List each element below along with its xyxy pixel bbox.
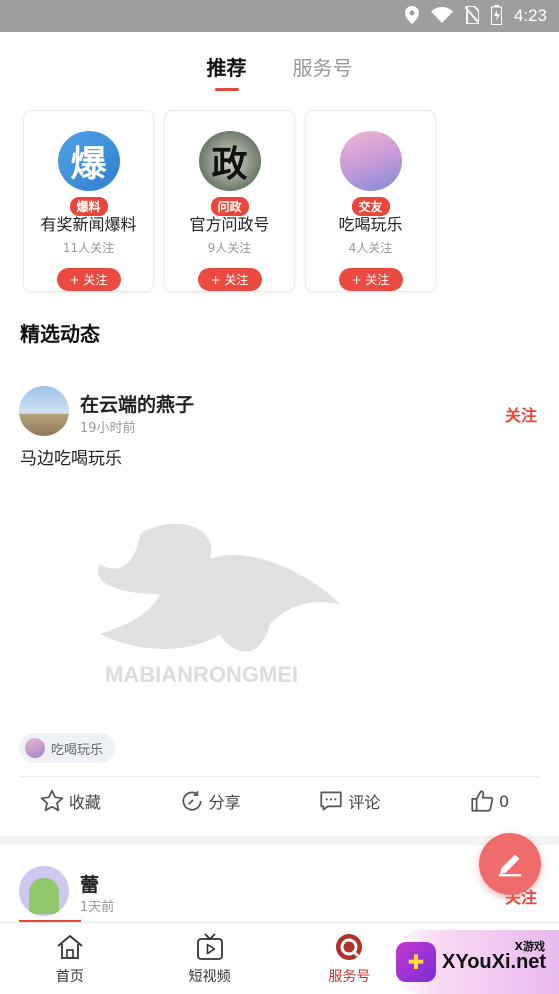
share-button[interactable]: 分享 xyxy=(140,784,280,818)
nav-short-video[interactable]: 短视频 xyxy=(140,923,280,994)
section-title: 精选动态 xyxy=(20,322,100,346)
brand-small-text: X游戏 xyxy=(514,940,545,953)
follow-button[interactable]: + 关注 xyxy=(338,267,403,291)
avatar[interactable] xyxy=(19,866,69,916)
comment-icon xyxy=(320,791,342,811)
account-badge: 爆料 xyxy=(69,197,108,216)
section-separator xyxy=(0,836,559,845)
star-icon xyxy=(40,789,64,812)
post-author[interactable]: 蕾 xyxy=(80,870,99,897)
top-tabs: 推荐 服务号 xyxy=(0,52,559,91)
service-icon xyxy=(336,933,363,960)
like-count: 0 xyxy=(499,791,510,811)
account-cards: 爆 爆料 有奖新闻爆料 11人关注 + 关注 政 问政 官方问政号 9人关注 +… xyxy=(23,110,436,292)
collect-button[interactable]: 收藏 xyxy=(0,784,140,818)
account-avatar: 政 问政 xyxy=(198,131,261,216)
account-fans: 4人关注 xyxy=(348,240,393,255)
nav-home[interactable]: 首页 xyxy=(0,923,140,994)
watermark-text: MABIANRONGMEI xyxy=(105,662,298,687)
account-avatar: 爆 爆料 xyxy=(57,131,120,216)
horse-watermark: MABIANRONGMEI xyxy=(98,523,340,687)
tab-service[interactable]: 服务号 xyxy=(293,52,353,89)
post-actions: 收藏 分享 评论 0 xyxy=(0,784,559,818)
brand-watermark: ✚ XYouXi.net X游戏 xyxy=(392,930,559,994)
post-content: 马边吃喝玩乐 xyxy=(20,449,122,469)
post-time: 1天前 xyxy=(80,900,115,915)
account-fans: 11人关注 xyxy=(62,240,115,255)
account-fans: 9人关注 xyxy=(207,240,252,255)
location-icon xyxy=(404,5,419,27)
topic-label: 吃喝玩乐 xyxy=(51,742,104,758)
tab-recommend[interactable]: 推荐 xyxy=(207,52,247,91)
clock: 4:23 xyxy=(513,6,547,25)
comment-button[interactable]: 评论 xyxy=(280,784,420,818)
page: 4:23 推荐 服务号 爆 爆料 有奖新闻爆料 11人关注 + 关注 政 问政 … xyxy=(0,0,559,994)
share-icon xyxy=(182,791,202,811)
post-follow-button[interactable]: 关注 xyxy=(505,402,537,426)
gamepad-icon: ✚ xyxy=(396,942,436,982)
like-button[interactable]: 0 xyxy=(419,784,559,818)
account-card[interactable]: 爆 爆料 有奖新闻爆料 11人关注 + 关注 xyxy=(23,110,154,292)
avatar[interactable] xyxy=(19,386,69,436)
account-card[interactable]: 交友 吃喝玩乐 4人关注 + 关注 xyxy=(305,110,436,292)
pencil-icon xyxy=(498,854,522,877)
post-time: 19小时前 xyxy=(80,421,136,436)
follow-button[interactable]: + 关注 xyxy=(56,267,121,291)
account-badge: 问政 xyxy=(210,197,249,216)
battery-icon xyxy=(490,4,502,28)
topic-chip[interactable]: 吃喝玩乐 xyxy=(19,733,116,763)
wifi-icon xyxy=(430,6,453,26)
account-card[interactable]: 政 问政 官方问政号 9人关注 + 关注 xyxy=(164,110,295,292)
divider xyxy=(19,776,540,777)
account-avatar: 交友 xyxy=(339,131,402,216)
post-author[interactable]: 在云端的燕子 xyxy=(80,390,194,417)
follow-button[interactable]: + 关注 xyxy=(197,267,262,291)
tv-icon xyxy=(196,932,223,960)
status-bar: 4:23 xyxy=(0,0,559,32)
topic-icon xyxy=(25,738,45,758)
no-sim-icon xyxy=(464,4,480,27)
home-icon xyxy=(57,934,83,959)
thumbs-up-icon xyxy=(471,790,494,812)
compose-button[interactable] xyxy=(479,833,541,895)
account-badge: 交友 xyxy=(351,197,390,216)
